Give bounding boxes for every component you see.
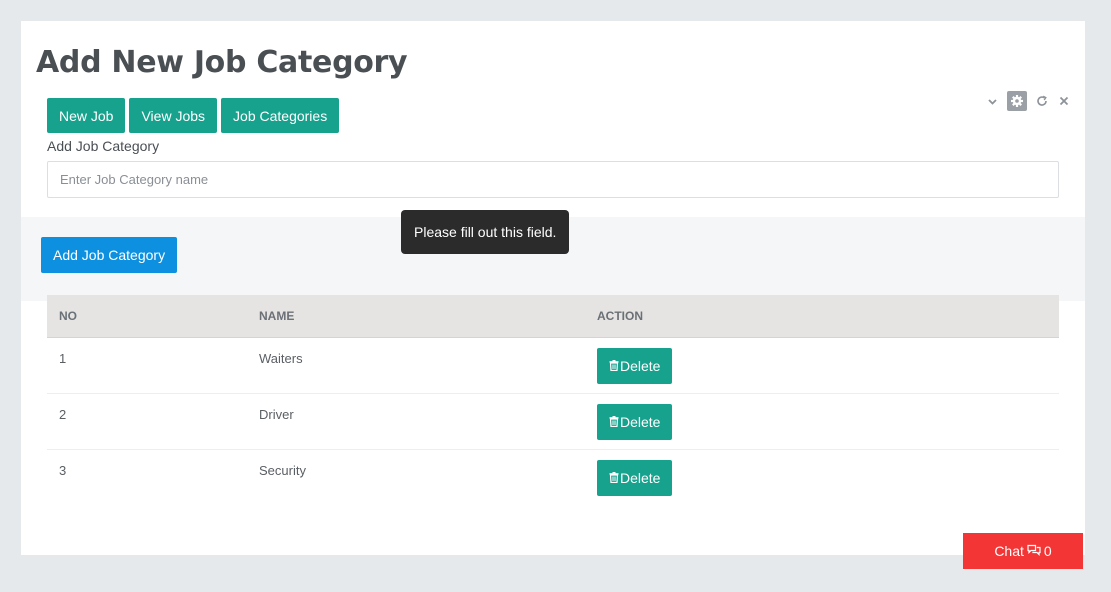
view-jobs-button[interactable]: View Jobs [129, 98, 218, 133]
job-nav-buttons: New Job View Jobs Job Categories [47, 98, 340, 133]
column-header-name: NAME [247, 295, 585, 338]
row-action: Delete [585, 337, 1059, 394]
chat-bubbles-icon [1027, 543, 1041, 559]
delete-label: Delete [620, 414, 661, 430]
delete-button[interactable]: Delete [597, 460, 673, 496]
add-job-category-button[interactable]: Add Job Category [41, 237, 178, 273]
page-title: Add New Job Category [36, 45, 408, 80]
row-number: 2 [47, 393, 247, 450]
delete-button[interactable]: Delete [597, 404, 673, 440]
trash-icon [609, 414, 619, 430]
row-name: Waiters [247, 337, 585, 394]
refresh-icon[interactable] [1035, 91, 1049, 111]
row-number: 1 [47, 337, 247, 394]
job-category-input[interactable] [47, 161, 1059, 198]
chat-count: 0 [1043, 543, 1052, 559]
row-name: Security [259, 463, 306, 478]
gear-icon[interactable] [1007, 91, 1027, 111]
content-panel: Add New Job Category New Job View Jobs J… [21, 21, 1085, 555]
delete-button[interactable]: Delete [597, 348, 673, 384]
trash-icon [609, 358, 619, 374]
delete-label: Delete [620, 358, 661, 374]
panel-tools [985, 91, 1071, 111]
column-header-no: NO [47, 295, 247, 338]
table-row: 2 Driver Delete [47, 393, 1059, 450]
validation-tooltip: Please fill out this field. [401, 210, 570, 254]
job-category-label: Add Job Category [47, 138, 160, 154]
trash-icon [609, 470, 619, 486]
table-row: 1 Waiters Delete [47, 337, 1059, 394]
close-icon[interactable] [1057, 91, 1071, 111]
row-number: 3 [59, 463, 67, 478]
row-action: Delete [585, 450, 1059, 506]
delete-label: Delete [620, 470, 661, 486]
job-category-table: NO NAME ACTION 1 Waiters Delete 2 Driver [47, 295, 1059, 506]
new-job-button[interactable]: New Job [47, 98, 126, 133]
row-action: Delete [585, 393, 1059, 450]
chat-label: Chat [994, 543, 1024, 559]
chevron-down-icon[interactable] [985, 91, 999, 111]
table-row: 3 Security Delete [47, 450, 1059, 506]
row-name: Driver [247, 393, 585, 450]
job-categories-button[interactable]: Job Categories [221, 98, 340, 133]
column-header-action: ACTION [585, 295, 1059, 338]
chat-button[interactable]: Chat 0 [963, 533, 1083, 569]
table-header-row: NO NAME ACTION [47, 295, 1059, 338]
